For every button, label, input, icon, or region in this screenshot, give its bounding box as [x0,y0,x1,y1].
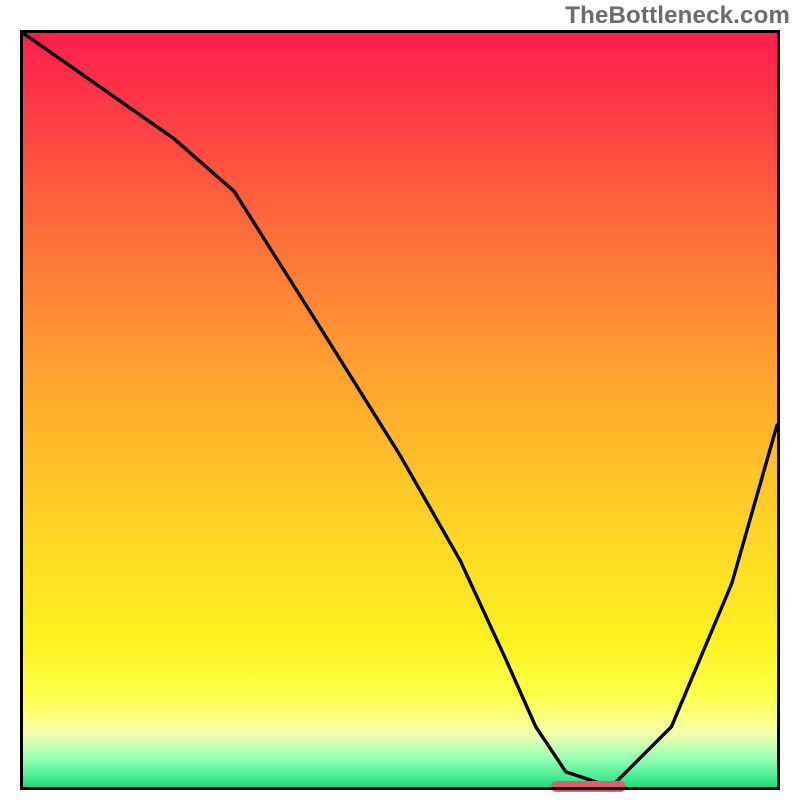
chart-canvas: TheBottleneck.com [0,0,800,800]
watermark-text: TheBottleneck.com [565,2,790,30]
plot-area [20,30,780,790]
plot-border [20,30,780,790]
